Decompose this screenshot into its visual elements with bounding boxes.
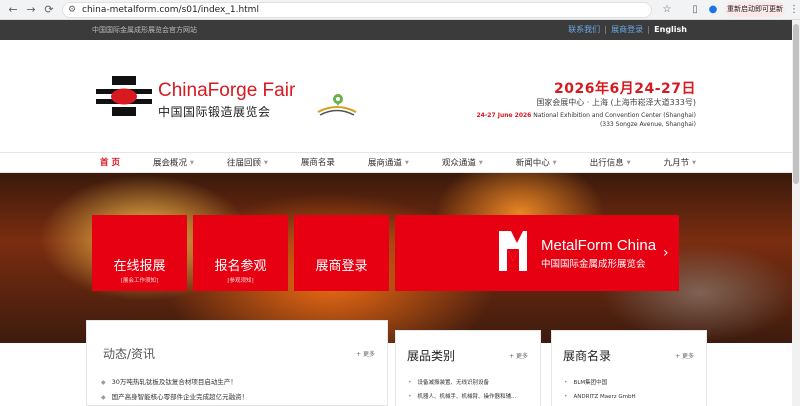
nav-item-label: 观众通道 xyxy=(441,158,476,169)
utility-links: 联系我们 展商登录 English xyxy=(563,20,692,40)
chevron-down-icon: ▼ xyxy=(190,160,194,166)
category-item-text[interactable]: 机器人、机械手、机械臂、操作器和辅... xyxy=(418,394,517,400)
tile-title: 报名参观 xyxy=(214,259,267,274)
metalform-china-tile[interactable]: MetalForm China 中国国际金属成形展览会 › xyxy=(395,215,679,291)
forward-arrow-icon[interactable]: → xyxy=(24,3,38,17)
category-item[interactable]: • 设备减振装置、无线识别设备 xyxy=(408,376,530,390)
nav-item-label: 出行信息 xyxy=(589,158,624,169)
site-header: ChinaForge Fair 中国国际锻造展览会 2026年6月24-27日 … xyxy=(0,40,792,152)
tile-subtitle[interactable]: [参观须知] xyxy=(193,276,288,284)
tile-title: 在线报展 xyxy=(113,259,166,274)
nav-item-exhibitor-list[interactable]: 展商名录 xyxy=(293,153,343,173)
nav-item-travel[interactable]: 出行信息 ▼ xyxy=(582,153,639,173)
bullet-icon: ◆ xyxy=(101,379,106,386)
profile-avatar-icon[interactable]: ● xyxy=(706,3,720,17)
metalform-logo-icon xyxy=(499,231,527,271)
exhibitor-item[interactable]: • ANDRITZ Maerz GmbH xyxy=(564,390,696,404)
nav-item-label: 新闻中心 xyxy=(515,158,550,169)
category-item[interactable]: • 机器人、机械手、机械臂、操作器和辅... xyxy=(408,390,530,404)
venue-english-name: National Exhibition and Convention Cente… xyxy=(531,112,696,119)
venue-address: (333 Songze Avenue, Shanghai) xyxy=(599,121,696,128)
bullet-icon: ◆ xyxy=(101,394,106,401)
logo-english-name: ChinaForge Fair xyxy=(158,80,296,101)
news-title: 动态/资讯 xyxy=(103,347,156,361)
news-item[interactable]: ◆ 30万吨热轧钛板及钛复合材项目启动生产！ xyxy=(101,375,377,390)
chevron-down-icon: ▼ xyxy=(263,160,268,166)
exhibitor-login-link[interactable]: 展商登录 xyxy=(606,20,648,40)
venue-english-date: 24-27 June 2026 xyxy=(476,112,532,119)
news-panel: 动态/资讯 + 更多 ◆ 30万吨热轧钛板及钛复合材项目启动生产！ ◆ 国产高身智能… xyxy=(86,320,388,406)
tile-subtitle[interactable]: [展会工作须知] xyxy=(92,276,187,284)
exhibitor-login-tile[interactable]: 展商登录 xyxy=(294,215,389,291)
browser-toolbar: ← → ⟳ ⚙ china-metalform.com/s01/index_1.… xyxy=(0,0,800,20)
top-utility-bar: 中国国际金属成形展览会官方网站 联系我们 展商登录 English xyxy=(0,20,792,40)
chevron-down-icon: ▼ xyxy=(404,160,409,166)
news-item-text[interactable]: 30万吨热轧钛板及钛复合材项目启动生产！ xyxy=(112,378,237,386)
hero-banner: 在线报展 [展会工作须知] 报名参观 [参观须知] 展商登录 MetalForm… xyxy=(0,173,792,343)
chevron-right-icon: › xyxy=(663,245,669,261)
tile-title: 展商登录 xyxy=(315,259,368,274)
side-panel-icon[interactable]: ▯ xyxy=(688,3,702,17)
exhibitor-item[interactable]: • BLM集团中国 xyxy=(564,376,696,390)
exhibitors-title: 展商名录 xyxy=(563,349,612,363)
news-more-link[interactable]: + 更多 xyxy=(356,349,375,358)
contact-us-link[interactable]: 联系我们 xyxy=(563,20,605,40)
metalform-chinese-name: 中国国际金属成形展览会 xyxy=(541,259,646,270)
scrollbar-thumb[interactable] xyxy=(793,24,799,184)
more-menu-icon[interactable]: ⋮ xyxy=(789,3,799,17)
bullet-icon: • xyxy=(408,393,412,400)
categories-panel: 展品类别 + 更多 • 设备减振装置、无线识别设备 • 机器人、机械手、机械臂、操作… xyxy=(395,330,541,406)
exhibitors-panel: 展商名录 + 更多 • BLM集团中国 • ANDRITZ Maerz GmbH xyxy=(551,330,707,406)
nav-item-review[interactable]: 往届回顾 ▼ xyxy=(219,153,276,173)
exhibitors-more-link[interactable]: + 更多 xyxy=(675,351,694,360)
bullet-icon: • xyxy=(564,393,568,400)
chinaforge-logo-icon[interactable] xyxy=(96,76,152,116)
category-item-text[interactable]: 设备减振装置、无线识别设备 xyxy=(418,380,490,386)
exhibitor-item-text[interactable]: ANDRITZ Maerz GmbH xyxy=(574,394,636,400)
venue-chinese: 国家会展中心 · 上海 (上海市崧泽大道333号) xyxy=(536,98,696,107)
exhibitor-item-text[interactable]: BLM集团中国 xyxy=(574,380,608,386)
logo-chinese-name: 中国国际锻造展览会 xyxy=(158,105,271,119)
visitor-registration-tile[interactable]: 报名参观 [参观须知] xyxy=(193,215,288,291)
chevron-down-icon: ▼ xyxy=(478,160,483,166)
online-registration-tile[interactable]: 在线报展 [展会工作须知] xyxy=(92,215,187,291)
venue-english: 24-27 June 2026 National Exhibition and … xyxy=(476,112,696,119)
back-arrow-icon[interactable]: ← xyxy=(6,3,20,17)
address-bar[interactable]: ⚙ china-metalform.com/s01/index_1.html xyxy=(62,2,652,18)
nav-item-news[interactable]: 新闻中心 ▼ xyxy=(508,153,565,173)
nav-item-label: 往届回顾 xyxy=(226,158,261,169)
nav-item-label: 首 页 xyxy=(100,158,120,168)
nav-item-label: 九月节 xyxy=(663,158,690,169)
nav-item-overview[interactable]: 展会概况 ▼ xyxy=(145,153,202,173)
nav-item-exhibitor-channel[interactable]: 展商通道 ▼ xyxy=(360,153,417,173)
page-scrollbar[interactable] xyxy=(792,20,800,406)
nav-item-visitor-channel[interactable]: 观众通道 ▼ xyxy=(434,153,491,173)
main-navigation: 首 页 展会概况 ▼ 往届回顾 ▼ 展商名录 展商通道 ▼ 观众通道 ▼ 新闻中心 ▼ 出… xyxy=(0,152,792,173)
nav-item-label: 展商通道 xyxy=(367,158,402,169)
chevron-down-icon: ▼ xyxy=(552,160,557,166)
nav-item-label: 展商名录 xyxy=(300,158,335,168)
content-section: 动态/资讯 + 更多 ◆ 30万吨热轧钛板及钛复合材项目启动生产！ ◆ 国产高身智能… xyxy=(0,320,792,406)
categories-title: 展品类别 xyxy=(407,349,456,363)
address-bar-url[interactable]: china-metalform.com/s01/index_1.html xyxy=(82,3,259,18)
english-link[interactable]: English xyxy=(649,20,692,40)
chevron-down-icon: ▼ xyxy=(626,160,631,166)
site-info-icon[interactable]: ⚙ xyxy=(68,4,76,17)
reload-icon[interactable]: ⟳ xyxy=(42,3,56,17)
metalform-english-name: MetalForm China xyxy=(541,237,657,254)
news-item[interactable]: ◆ 国产高身智能核心零部件企业完成超亿元融资！ xyxy=(101,390,377,405)
nav-item-label: 展会概况 xyxy=(153,158,188,169)
nav-item-home[interactable]: 首 页 xyxy=(92,153,128,173)
bookmark-star-icon[interactable]: ☆ xyxy=(660,3,674,17)
fair-date: 2026年6月24-27日 xyxy=(554,81,696,97)
bullet-icon: • xyxy=(564,379,568,386)
chevron-down-icon: ▼ xyxy=(692,160,696,166)
nav-item-september-festival[interactable]: 九月节 ▼ xyxy=(656,153,704,173)
update-browser-button[interactable]: 重新启动即可更新 xyxy=(725,2,785,17)
site-tagline: 中国国际金属成形展览会官方网站 xyxy=(92,26,197,34)
partner-logo-icon xyxy=(317,94,357,116)
categories-more-link[interactable]: + 更多 xyxy=(509,351,528,360)
bullet-icon: • xyxy=(408,379,412,386)
news-item-text[interactable]: 国产高身智能核心零部件企业完成超亿元融资！ xyxy=(112,393,249,401)
